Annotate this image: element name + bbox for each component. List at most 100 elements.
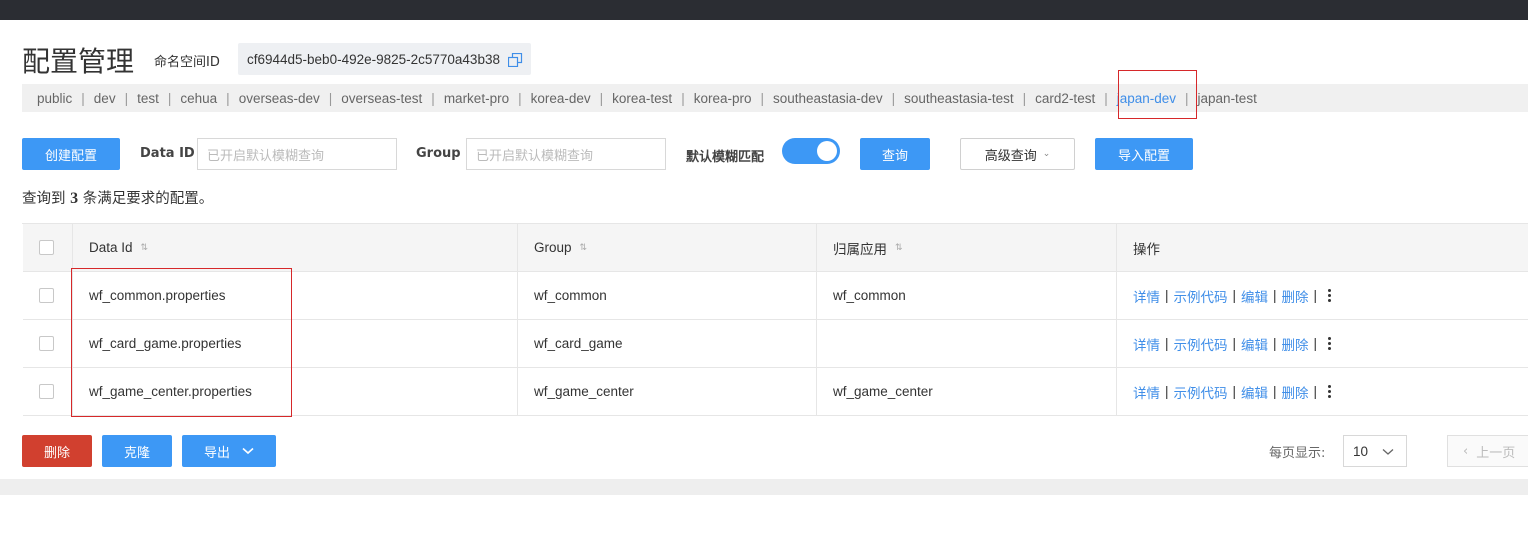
namespace-tab-southeastasia-test[interactable]: southeastasia-test xyxy=(904,91,1014,106)
group-value: wf_common xyxy=(534,288,607,303)
select-all-checkbox[interactable] xyxy=(39,240,54,255)
op-separator: | xyxy=(1313,384,1318,399)
namespace-tab-overseas-test[interactable]: overseas-test xyxy=(341,91,422,106)
detail-link[interactable]: 详情 xyxy=(1133,382,1160,402)
delete-link[interactable]: 删除 xyxy=(1282,286,1309,306)
namespace-tab-korea-test[interactable]: korea-test xyxy=(612,91,672,106)
namespace-separator: | xyxy=(226,90,230,106)
namespace-tab-dev[interactable]: dev xyxy=(94,91,116,106)
query-result-summary: 查询到 3 条满足要求的配置。 xyxy=(22,187,213,208)
clone-button[interactable]: 克隆 xyxy=(102,435,172,467)
group-cell: wf_common xyxy=(518,272,817,319)
namespace-tab-overseas-dev[interactable]: overseas-dev xyxy=(239,91,320,106)
delete-link[interactable]: 删除 xyxy=(1282,334,1309,354)
op-separator: | xyxy=(1232,288,1237,303)
more-options-icon[interactable] xyxy=(1328,287,1332,304)
fuzzy-match-toggle[interactable] xyxy=(782,138,840,164)
chevron-down-icon xyxy=(242,447,254,455)
header-checkbox-cell xyxy=(23,224,73,271)
chevron-down-icon xyxy=(1382,449,1394,455)
column-header-label: 操作 xyxy=(1133,241,1160,257)
namespace-tab-card2-test[interactable]: card2-test xyxy=(1035,91,1095,106)
column-header-ops: 操作 xyxy=(1117,224,1528,271)
column-header-data-id[interactable]: Data Id ⇅ xyxy=(73,224,518,271)
op-separator: | xyxy=(1273,336,1277,351)
sample-code-link[interactable]: 示例代码 xyxy=(1174,286,1228,306)
op-separator: | xyxy=(1232,336,1237,351)
app-cell: wf_game_center xyxy=(817,368,1117,415)
op-separator: | xyxy=(1313,336,1318,351)
detail-link[interactable]: 详情 xyxy=(1133,334,1160,354)
namespace-separator: | xyxy=(518,90,522,106)
op-separator: | xyxy=(1165,384,1169,399)
sample-code-link[interactable]: 示例代码 xyxy=(1174,382,1228,402)
more-options-icon[interactable] xyxy=(1328,335,1332,352)
namespace-separator: | xyxy=(599,90,604,106)
row-checkbox-cell xyxy=(23,320,73,367)
fuzzy-match-label: 默认模糊匹配 xyxy=(686,150,765,165)
per-page-value: 10 xyxy=(1353,443,1369,459)
column-header-label: Data Id xyxy=(89,240,133,255)
edit-link[interactable]: 编辑 xyxy=(1241,286,1268,306)
sort-icon: ⇅ xyxy=(579,242,588,252)
per-page-select[interactable]: 10 xyxy=(1343,435,1407,467)
namespace-tab-korea-dev[interactable]: korea-dev xyxy=(531,91,591,106)
ops-cell: 详情 | 示例代码 | 编辑 | 删除 | xyxy=(1117,368,1528,415)
group-input[interactable]: 已开启默认模糊查询 xyxy=(466,138,666,170)
namespace-tab-market-pro[interactable]: market-pro xyxy=(444,91,509,106)
advanced-query-button[interactable]: 高级查询 ⌄ xyxy=(960,138,1075,170)
namespace-tab-cehua[interactable]: cehua xyxy=(180,91,217,106)
op-separator: | xyxy=(1273,384,1277,399)
edit-link[interactable]: 编辑 xyxy=(1241,334,1268,354)
edit-link[interactable]: 编辑 xyxy=(1241,382,1268,402)
namespace-separator: | xyxy=(431,90,435,106)
prev-page-button[interactable]: ‹ 上一页 xyxy=(1447,435,1528,467)
group-label: Group xyxy=(416,146,461,161)
delete-link[interactable]: 删除 xyxy=(1282,382,1309,402)
namespace-tab-test[interactable]: test xyxy=(137,91,159,106)
export-label: 导出 xyxy=(203,445,230,461)
column-header-app[interactable]: 归属应用 ⇅ xyxy=(817,224,1117,271)
more-options-icon[interactable] xyxy=(1328,383,1332,400)
group-cell: wf_game_center xyxy=(518,368,817,415)
column-header-group[interactable]: Group ⇅ xyxy=(518,224,817,271)
query-button[interactable]: 查询 xyxy=(860,138,930,170)
namespace-separator: | xyxy=(891,90,896,106)
namespace-tab-korea-pro[interactable]: korea-pro xyxy=(694,91,752,106)
copy-icon[interactable] xyxy=(508,53,523,67)
advanced-query-label: 高级查询 xyxy=(984,148,1037,164)
footer-bar xyxy=(0,479,1528,495)
app-cell: wf_common xyxy=(817,272,1117,319)
column-header-label: Group xyxy=(534,240,572,255)
create-config-button[interactable]: 创建配置 xyxy=(22,138,120,170)
ops-cell: 详情 | 示例代码 | 编辑 | 删除 | xyxy=(1117,272,1528,319)
row-checkbox[interactable] xyxy=(39,336,54,351)
sample-code-link[interactable]: 示例代码 xyxy=(1174,334,1228,354)
row-checkbox[interactable] xyxy=(39,288,54,303)
row-checkbox-cell xyxy=(23,272,73,319)
op-separator: | xyxy=(1232,384,1237,399)
detail-link[interactable]: 详情 xyxy=(1133,286,1160,306)
batch-delete-button[interactable]: 删除 xyxy=(22,435,92,467)
page-title: 配置管理 xyxy=(22,45,135,78)
row-checkbox-cell xyxy=(23,368,73,415)
config-table: Data Id ⇅ Group ⇅ 归属应用 ⇅ 操作 wf_common.prope… xyxy=(22,223,1528,416)
result-suffix: 条满足要求的配置。 xyxy=(82,191,214,207)
chevron-down-icon: ⌄ xyxy=(1042,149,1051,159)
namespace-tab-public[interactable]: public xyxy=(37,91,72,106)
op-separator: | xyxy=(1313,288,1318,303)
namespace-separator: | xyxy=(681,90,685,106)
import-config-button[interactable]: 导入配置 xyxy=(1095,138,1193,170)
namespace-tab-japan-test[interactable]: japan-test xyxy=(1198,91,1257,106)
namespace-id-label: 命名空间ID xyxy=(154,55,220,70)
table-header-row: Data Id ⇅ Group ⇅ 归属应用 ⇅ 操作 xyxy=(23,224,1528,272)
op-separator: | xyxy=(1165,288,1169,303)
namespace-id-box: cf6944d5-beb0-492e-9825-2c5770a43b38 xyxy=(238,43,531,75)
row-checkbox[interactable] xyxy=(39,384,54,399)
app-value: wf_common xyxy=(833,288,906,303)
namespace-separator: | xyxy=(81,90,85,106)
sort-icon: ⇅ xyxy=(140,242,149,252)
data-id-input[interactable]: 已开启默认模糊查询 xyxy=(197,138,397,170)
namespace-tab-southeastasia-dev[interactable]: southeastasia-dev xyxy=(773,91,883,106)
export-button[interactable]: 导出 xyxy=(182,435,276,467)
